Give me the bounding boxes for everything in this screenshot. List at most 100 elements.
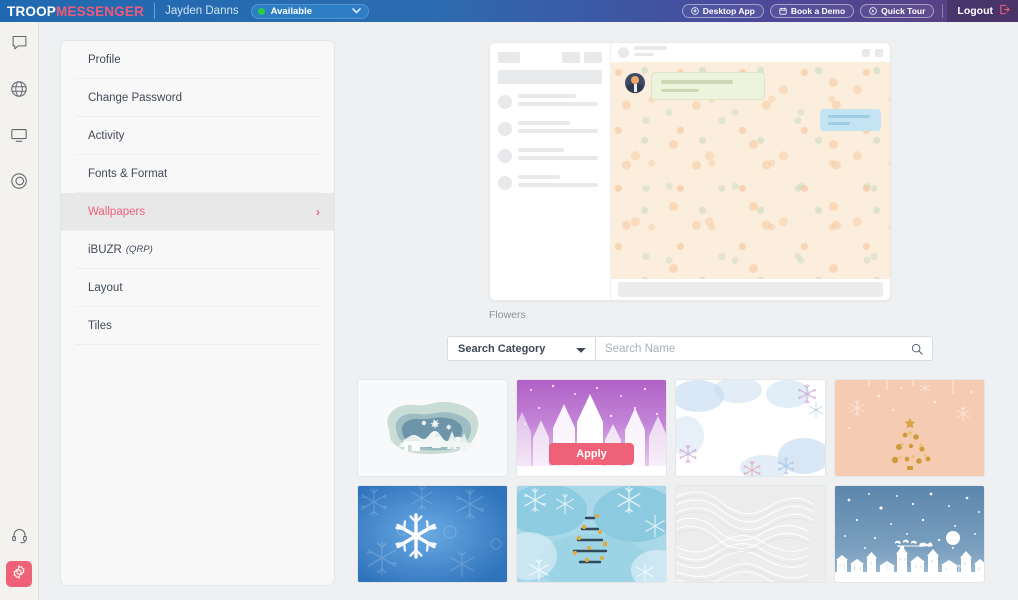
left-rail [0, 22, 39, 600]
teal-watercolor-tree-art [517, 486, 666, 582]
wallpaper-tile-papercut-winter-scene[interactable] [357, 379, 508, 477]
calendar-icon [779, 7, 787, 15]
wallpaper-search-bar: Search Category [447, 336, 933, 361]
preview-incoming-bubble [651, 72, 765, 100]
search-icon[interactable] [911, 342, 923, 360]
skeleton-block [862, 48, 870, 57]
menu-item-label: iBUZR [88, 243, 122, 256]
status-label: Available [270, 5, 312, 17]
menu-item-label: Change Password [88, 91, 182, 104]
wallpaper-tile-watercolor-snowflakes[interactable] [675, 379, 826, 477]
menu-item-sublabel: (QRP) [125, 244, 153, 255]
app-window: TROOPMESSENGER Jayden Danns Available De… [0, 0, 1018, 600]
divider [942, 4, 944, 18]
apply-wallpaper-button[interactable]: Apply [549, 443, 634, 465]
avatar [625, 73, 645, 93]
menu-item-label: Fonts & Format [88, 167, 168, 180]
avatar [498, 176, 512, 190]
rail-item-chat[interactable] [0, 22, 39, 68]
logo-messenger: MESSENGER [56, 3, 145, 19]
skeleton-lines [518, 121, 602, 137]
rail-item-settings[interactable] [6, 561, 32, 587]
download-icon [690, 7, 699, 15]
wallpaper-tile-blue-snowflake[interactable] [357, 485, 508, 583]
wallpaper-tile-peach-golden-tree[interactable] [834, 379, 985, 477]
rail-item-support[interactable] [0, 515, 39, 561]
menu-item-change-password[interactable]: Change Password [75, 79, 320, 117]
book-a-demo-label: Book a Demo [790, 6, 846, 16]
top-bar-actions: Desktop App Book a Demo Quick Tour Logou… [681, 0, 1018, 22]
preview-list-header [498, 52, 602, 63]
logout-icon [999, 4, 1010, 18]
menu-item-label: Tiles [88, 319, 112, 332]
top-bar: TROOPMESSENGER Jayden Danns Available De… [0, 0, 1018, 22]
menu-item-label: Activity [88, 129, 125, 142]
quick-tour-label: Quick Tour [881, 6, 926, 16]
wallpaper-tile-white-texture[interactable] [675, 485, 826, 583]
menu-item-tiles[interactable]: Tiles [75, 307, 320, 345]
skeleton-lines [634, 46, 667, 59]
preview-list-item [498, 121, 602, 137]
skeleton-lines [518, 94, 602, 110]
user-name: Jayden Danns [165, 5, 239, 17]
settings-menu-card: Profile Change Password Activity Fonts &… [60, 40, 335, 586]
blue-night-village-art [835, 486, 984, 582]
skeleton-block [498, 52, 520, 63]
skeleton-search [498, 70, 602, 84]
menu-item-wallpapers[interactable]: Wallpapers › [61, 193, 334, 231]
settings-menu: Profile Change Password Activity Fonts &… [61, 41, 334, 345]
preview-list-item [498, 94, 602, 110]
play-icon [869, 7, 877, 15]
wallpaper-tile-blue-night-village[interactable] [834, 485, 985, 583]
preview-outgoing-bubble [820, 109, 881, 131]
orbit-icon [10, 172, 28, 195]
preview-contact-list [490, 43, 611, 300]
skeleton-block [875, 48, 883, 57]
preview-chat-header [611, 43, 890, 62]
white-texture-art [676, 486, 825, 582]
wallpaper-preview [489, 42, 891, 301]
search-category-select[interactable]: Search Category [448, 337, 596, 360]
preview-header-actions [862, 48, 883, 57]
menu-item-label: Profile [88, 53, 121, 66]
wallpaper-tile-teal-watercolor-tree[interactable] [516, 485, 667, 583]
preview-wallpaper-canvas [611, 62, 890, 279]
menu-item-label: Layout [88, 281, 123, 294]
peach-golden-tree-art [835, 380, 984, 476]
menu-item-profile[interactable]: Profile [75, 41, 320, 79]
divider [154, 3, 156, 19]
menu-item-ibuzr[interactable]: iBUZR (QRP) [75, 231, 320, 269]
preview-list-item [498, 148, 602, 164]
gear-icon [11, 564, 27, 585]
quick-tour-button[interactable]: Quick Tour [860, 4, 935, 18]
status-dropdown[interactable]: Available [250, 3, 369, 19]
preview-list-item [498, 175, 602, 191]
avatar [498, 149, 512, 163]
menu-item-label: Wallpapers [88, 205, 146, 218]
logout-button[interactable]: Logout [947, 0, 1018, 22]
blue-snowflake-art [358, 486, 507, 582]
menu-item-layout[interactable]: Layout [75, 269, 320, 307]
skeleton-lines [518, 148, 602, 164]
skeleton-input [618, 282, 883, 297]
app-logo[interactable]: TROOPMESSENGER [0, 4, 144, 19]
papercut-art [386, 401, 478, 455]
menu-item-fonts-format[interactable]: Fonts & Format [75, 155, 320, 193]
menu-item-activity[interactable]: Activity [75, 117, 320, 155]
rail-item-orbit[interactable] [0, 160, 39, 206]
search-name-input[interactable] [596, 337, 932, 360]
wallpaper-preview-section: Flowers [489, 42, 891, 321]
desktop-app-button[interactable]: Desktop App [681, 4, 764, 18]
wallpaper-tile-purple-forest[interactable]: Apply [516, 379, 667, 477]
skeleton-block [562, 52, 580, 63]
preview-wallpaper-name: Flowers [489, 309, 526, 321]
skeleton-block [584, 52, 602, 63]
skeleton-lines [518, 175, 602, 191]
monitor-icon [10, 126, 28, 149]
chevron-down-icon [351, 7, 361, 16]
rail-item-globe[interactable] [0, 68, 39, 114]
logo-troop: TROOP [7, 3, 57, 19]
rail-item-monitor[interactable] [0, 114, 39, 160]
chat-icon [11, 34, 28, 56]
book-a-demo-button[interactable]: Book a Demo [769, 4, 855, 18]
